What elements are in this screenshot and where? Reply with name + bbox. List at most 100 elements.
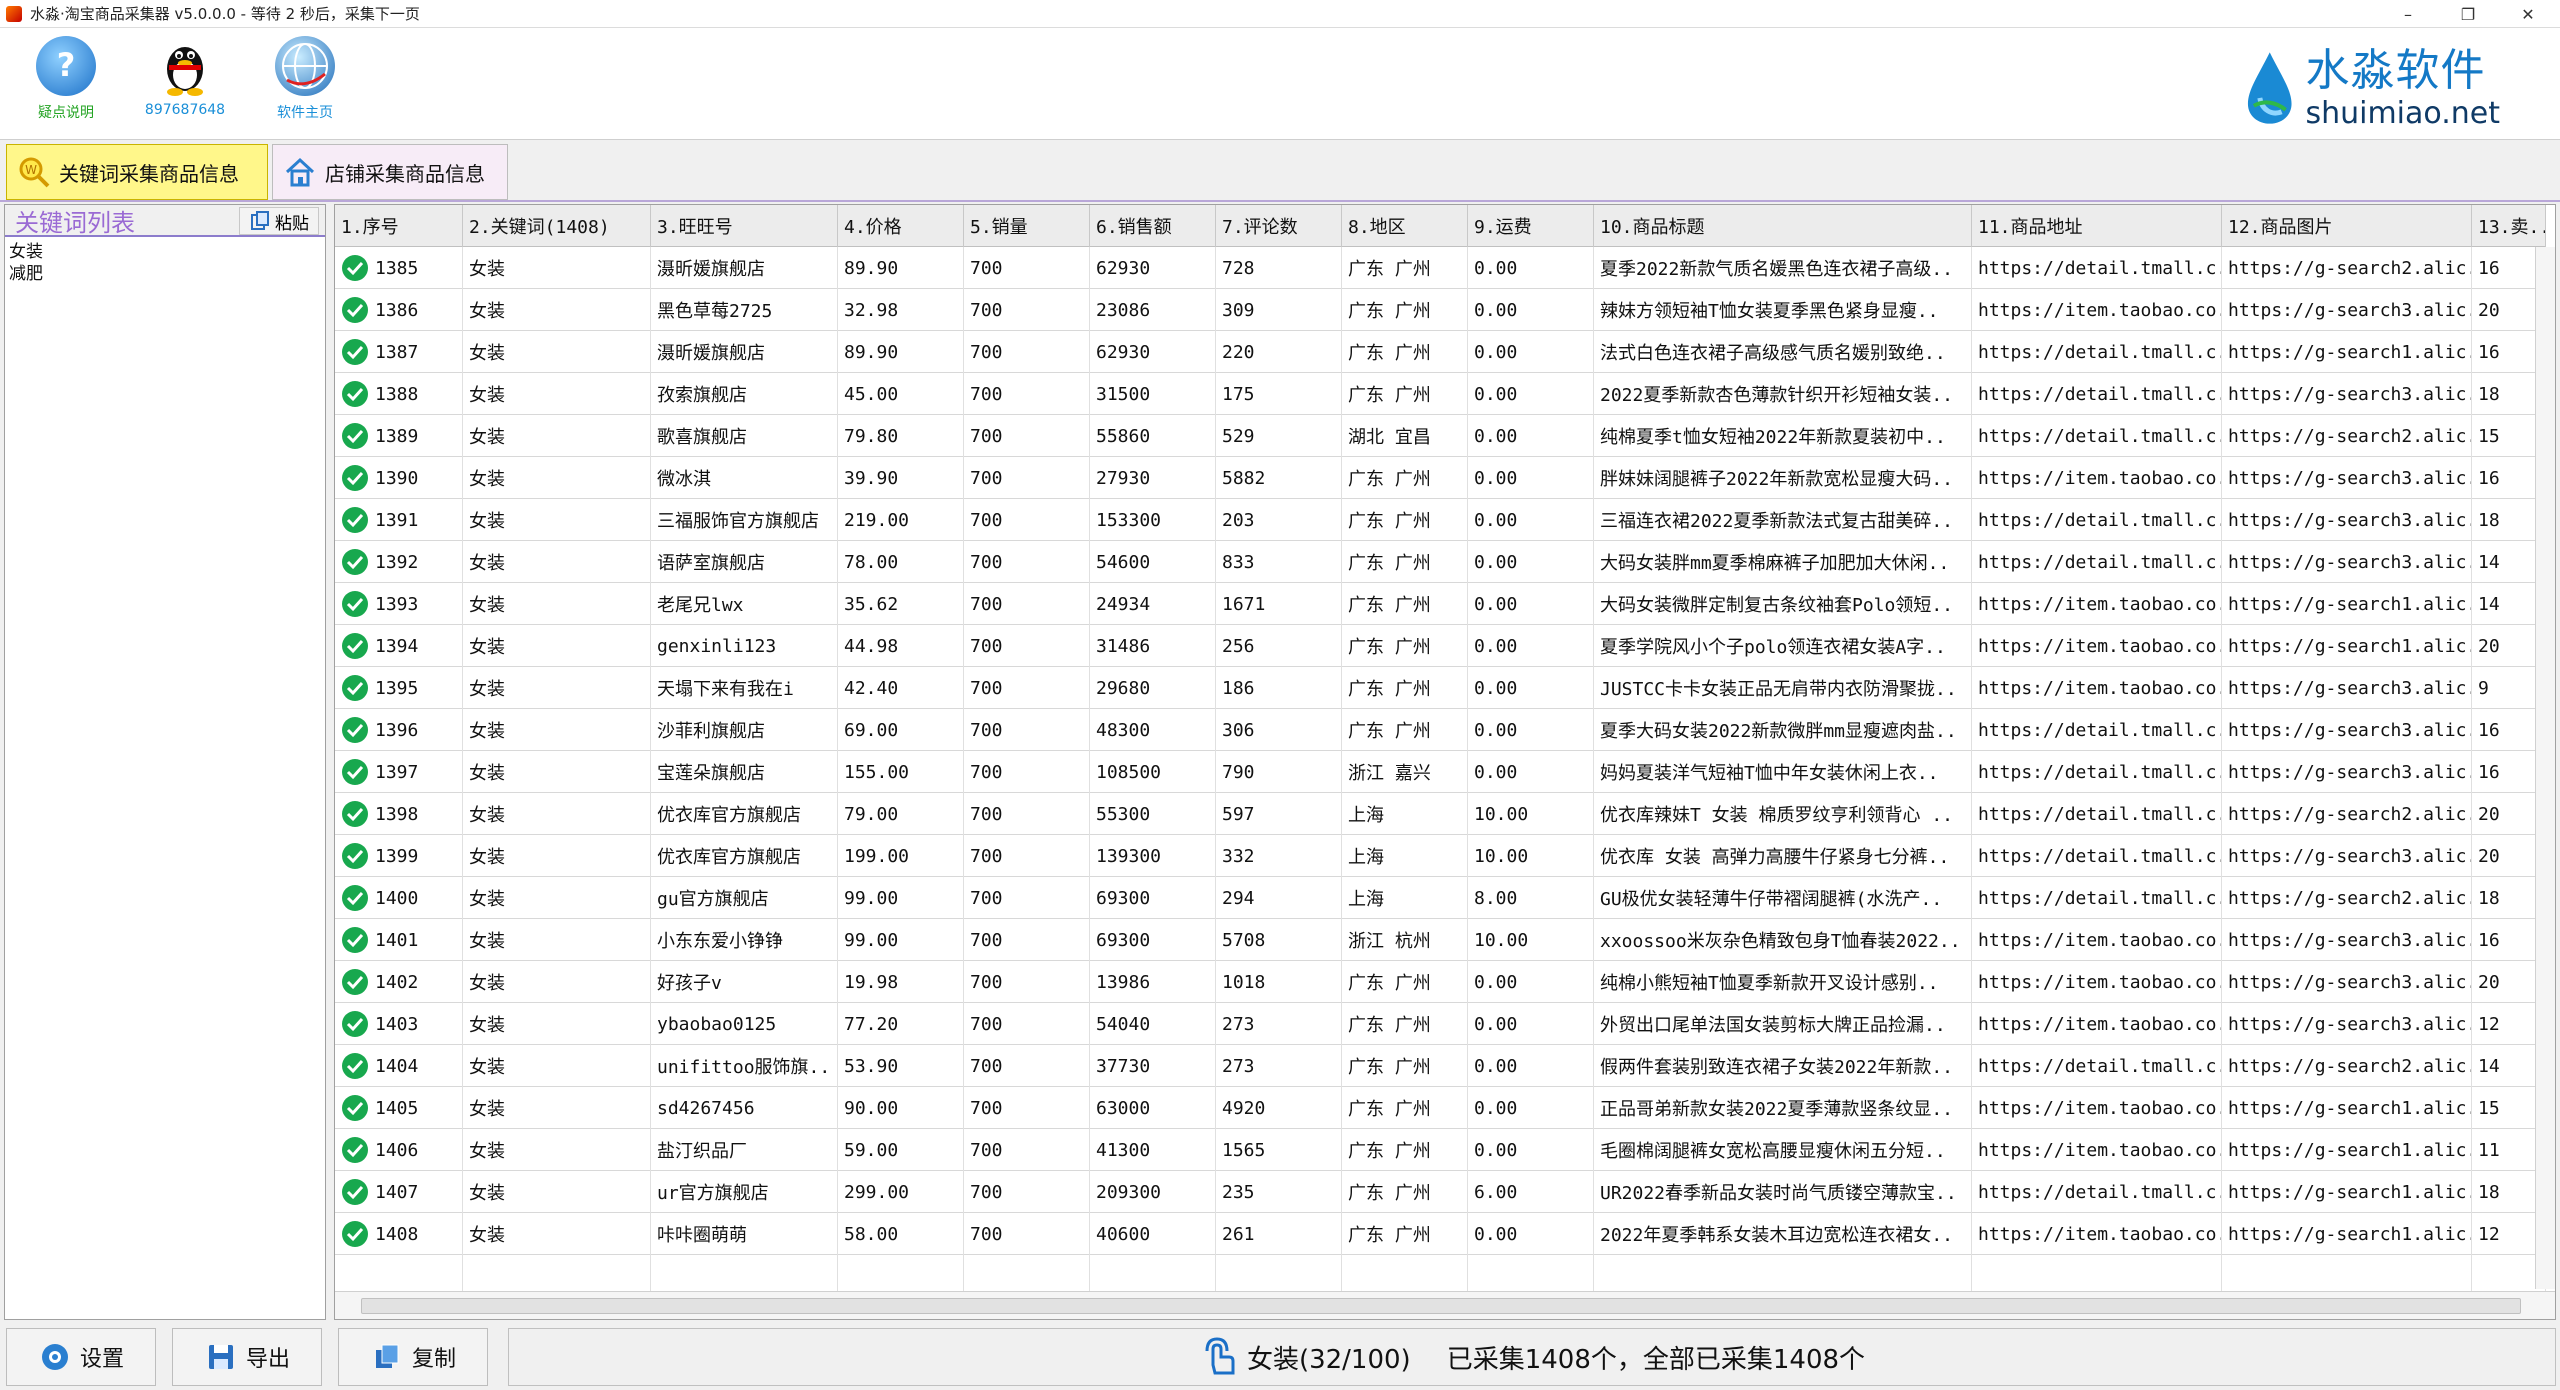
column-header[interactable]: 7.评论数: [1216, 205, 1342, 247]
table-row[interactable]: 1396 女装 沙菲利旗舰店 69.00 700 48300 306 广东 广州 0.00 夏季大…: [335, 709, 2546, 751]
table-cell: 77.20: [838, 1003, 964, 1045]
table-row[interactable]: 1389 女装 歌喜旗舰店 79.80 700 55860 529 湖北 宜昌 0.00 纯棉夏季…: [335, 415, 2546, 457]
tab-keyword-collect[interactable]: W 关键词采集商品信息: [6, 144, 268, 200]
column-header[interactable]: 3.旺旺号: [651, 205, 838, 247]
table-row[interactable]: 1398 女装 优衣库官方旗舰店 79.00 700 55300 597 上海 10.00 优衣库…: [335, 793, 2546, 835]
column-header[interactable]: 9.运费: [1468, 205, 1594, 247]
table-cell: 上海: [1342, 793, 1468, 835]
table-cell: 外贸出口尾单法国女装剪标大牌正品捡漏..: [1594, 1003, 1972, 1045]
column-header[interactable]: 10.商品标题: [1594, 205, 1972, 247]
export-button[interactable]: 导出: [172, 1328, 322, 1386]
close-button[interactable]: ✕: [2500, 0, 2556, 28]
table-row[interactable]: 1388 女装 孜索旗舰店 45.00 700 31500 175 广东 广州 0.00 2022…: [335, 373, 2546, 415]
column-header[interactable]: 1.序号: [335, 205, 463, 247]
table-row[interactable]: 1395 女装 天塌下来有我在i 42.40 700 29680 186 广东 广州 0.00 J…: [335, 667, 2546, 709]
table-cell: 浙江 杭州: [1342, 919, 1468, 961]
column-header[interactable]: 12.商品图片: [2222, 205, 2472, 247]
table-row[interactable]: 1406 女装 盐汀织品厂 59.00 700 41300 1565 广东 广州 0.00 毛圈棉…: [335, 1129, 2546, 1171]
table-row[interactable]: 1394 女装 genxinli123 44.98 700 31486 256 广东 广州 0.…: [335, 625, 2546, 667]
table-row[interactable]: 1387 女装 滠昕媛旗舰店 89.90 700 62930 220 广东 广州 0.00 法式白…: [335, 331, 2546, 373]
column-header[interactable]: 8.地区: [1342, 205, 1468, 247]
table-cell: https://g-search1.alic..: [2222, 1087, 2472, 1129]
horizontal-scroll-thumb[interactable]: [361, 1298, 2521, 1314]
table-cell: 女装: [463, 1087, 651, 1129]
table-cell: 女装: [463, 919, 651, 961]
table-cell: 299.00: [838, 1171, 964, 1213]
table-cell: https://detail.tmall.c..: [1972, 793, 2222, 835]
table-cell: https://g-search3.alic..: [2222, 709, 2472, 751]
table-row[interactable]: 1404 女装 unifittoo服饰旗.. 53.90 700 37730 273 广东 广…: [335, 1045, 2546, 1087]
column-header[interactable]: 5.销量: [964, 205, 1090, 247]
paste-button[interactable]: 粘贴: [239, 207, 319, 235]
minimize-button[interactable]: –: [2380, 0, 2436, 28]
table-cell: https://g-search3.alic..: [2222, 457, 2472, 499]
table-row[interactable]: 1405 女装 sd4267456 90.00 700 63000 4920 广东 广州 0.0…: [335, 1087, 2546, 1129]
table-cell: 1390: [335, 457, 463, 499]
table-cell: 滠昕媛旗舰店: [651, 247, 838, 289]
table-row[interactable]: 1390 女装 微冰淇 39.90 700 27930 5882 广东 广州 0.00 胖妹妹阔腿…: [335, 457, 2546, 499]
table-cell: 90.00: [838, 1087, 964, 1129]
help-button[interactable]: ? 疑点说明: [16, 36, 116, 136]
table-cell: https://detail.tmall.c..: [1972, 415, 2222, 457]
table-row[interactable]: 1385 女装 滠昕媛旗舰店 89.90 700 62930 728 广东 广州 0.00 夏季2…: [335, 247, 2546, 289]
checkmark-icon: [342, 717, 368, 743]
homepage-button[interactable]: 软件主页: [255, 36, 355, 136]
table-cell: 0.00: [1468, 331, 1594, 373]
horizontal-scrollbar[interactable]: [335, 1291, 2555, 1319]
column-header[interactable]: 2.关键词(1408): [463, 205, 651, 247]
table-row[interactable]: 1392 女装 语萨室旗舰店 78.00 700 54600 833 广东 广州 0.00 大码女…: [335, 541, 2546, 583]
brand-name: 水淼软件: [2305, 45, 2486, 96]
table-cell: 597: [1216, 793, 1342, 835]
table-cell: 790: [1216, 751, 1342, 793]
table-cell: https://detail.tmall.c..: [1972, 331, 2222, 373]
table-row[interactable]: 1397 女装 宝莲朵旗舰店 155.00 700 108500 790 浙江 嘉兴 0.00 妈…: [335, 751, 2546, 793]
table-cell: https://g-search3.alic..: [2222, 835, 2472, 877]
table-cell: 广东 广州: [1342, 499, 1468, 541]
row-index: 1390: [375, 467, 419, 489]
table-cell: 79.00: [838, 793, 964, 835]
status-text: 已采集1408个，全部已采集1408个: [1446, 1344, 1866, 1375]
tab-shop-collect[interactable]: 店铺采集商品信息: [272, 144, 508, 200]
table-row[interactable]: 1403 女装 ybaobao0125 77.20 700 54040 273 广东 广州 0.…: [335, 1003, 2546, 1045]
table-row[interactable]: 1391 女装 三福服饰官方旗舰店 219.00 700 153300 203 广东 广州 0.…: [335, 499, 2546, 541]
row-index: 1404: [375, 1055, 419, 1077]
table-row[interactable]: 1386 女装 黑色草莓2725 32.98 700 23086 309 广东 广州 0.00 辣…: [335, 289, 2546, 331]
qq-button[interactable]: 897687648: [135, 36, 235, 136]
settings-button[interactable]: 设置: [6, 1328, 156, 1386]
results-grid[interactable]: 1.序号 2.关键词(1408) 3.旺旺号 4.价格 5.销量 6.销售额 7.评论数 8.…: [334, 204, 2556, 1320]
table-row[interactable]: 1399 女装 优衣库官方旗舰店 199.00 700 139300 332 上海 10.00 优…: [335, 835, 2546, 877]
table-row[interactable]: 1408 女装 咔咔圈萌萌 58.00 700 40600 261 广东 广州 0.00 2022…: [335, 1213, 2546, 1255]
table-cell: https://item.taobao.co..: [1972, 583, 2222, 625]
keyword-list[interactable]: 女装 减肥: [5, 237, 325, 289]
keyword-item[interactable]: 女装: [9, 241, 321, 263]
help-label: 疑点说明: [38, 105, 94, 121]
column-header[interactable]: 4.价格: [838, 205, 964, 247]
table-row[interactable]: 1401 女装 小东东爱小铮铮 99.00 700 69300 5708 浙江 杭州 10.00…: [335, 919, 2546, 961]
table-cell: 0.00: [1468, 751, 1594, 793]
table-cell: 261: [1216, 1213, 1342, 1255]
table-cell: https://item.taobao.co..: [1972, 919, 2222, 961]
keyword-panel: 关键词列表 粘贴 女装 减肥: [4, 204, 326, 1320]
table-row[interactable]: 1393 女装 老尾兄lwx 35.62 700 24934 1671 广东 广州 0.00 大码…: [335, 583, 2546, 625]
table-cell: GU极优女装轻薄牛仔带褶阔腿裤(水洗产..: [1594, 877, 1972, 919]
table-row[interactable]: 1407 女装 ur官方旗舰店 299.00 700 209300 235 广东 广州 6.00…: [335, 1171, 2546, 1213]
table-cell: 毛圈棉阔腿裤女宽松高腰显瘦休闲五分短..: [1594, 1129, 1972, 1171]
table-row[interactable]: 1400 女装 gu官方旗舰店 99.00 700 69300 294 上海 8.00 GU极优女…: [335, 877, 2546, 919]
column-header[interactable]: 13.卖..: [2472, 205, 2546, 247]
table-cell: 42.40: [838, 667, 964, 709]
table-cell: 1397: [335, 751, 463, 793]
column-header[interactable]: 6.销售额: [1090, 205, 1216, 247]
table-cell: 假两件套装别致连衣裙子女装2022年新款..: [1594, 1045, 1972, 1087]
table-row[interactable]: 1402 女装 好孩子v 19.98 700 13986 1018 广东 广州 0.00 纯棉小熊…: [335, 961, 2546, 1003]
table-cell: 1400: [335, 877, 463, 919]
vertical-scrollbar[interactable]: [2535, 247, 2555, 1289]
column-header[interactable]: 11.商品地址: [1972, 205, 2222, 247]
table-cell: 0.00: [1468, 1129, 1594, 1171]
table-cell: UR2022春季新品女装时尚气质镂空薄款宝..: [1594, 1171, 1972, 1213]
copy-button[interactable]: 复制: [338, 1328, 488, 1386]
table-cell: 1396: [335, 709, 463, 751]
table-cell: 5708: [1216, 919, 1342, 961]
row-index: 1385: [375, 257, 419, 279]
keyword-item[interactable]: 减肥: [9, 263, 321, 285]
maximize-button[interactable]: ❐: [2440, 0, 2496, 28]
